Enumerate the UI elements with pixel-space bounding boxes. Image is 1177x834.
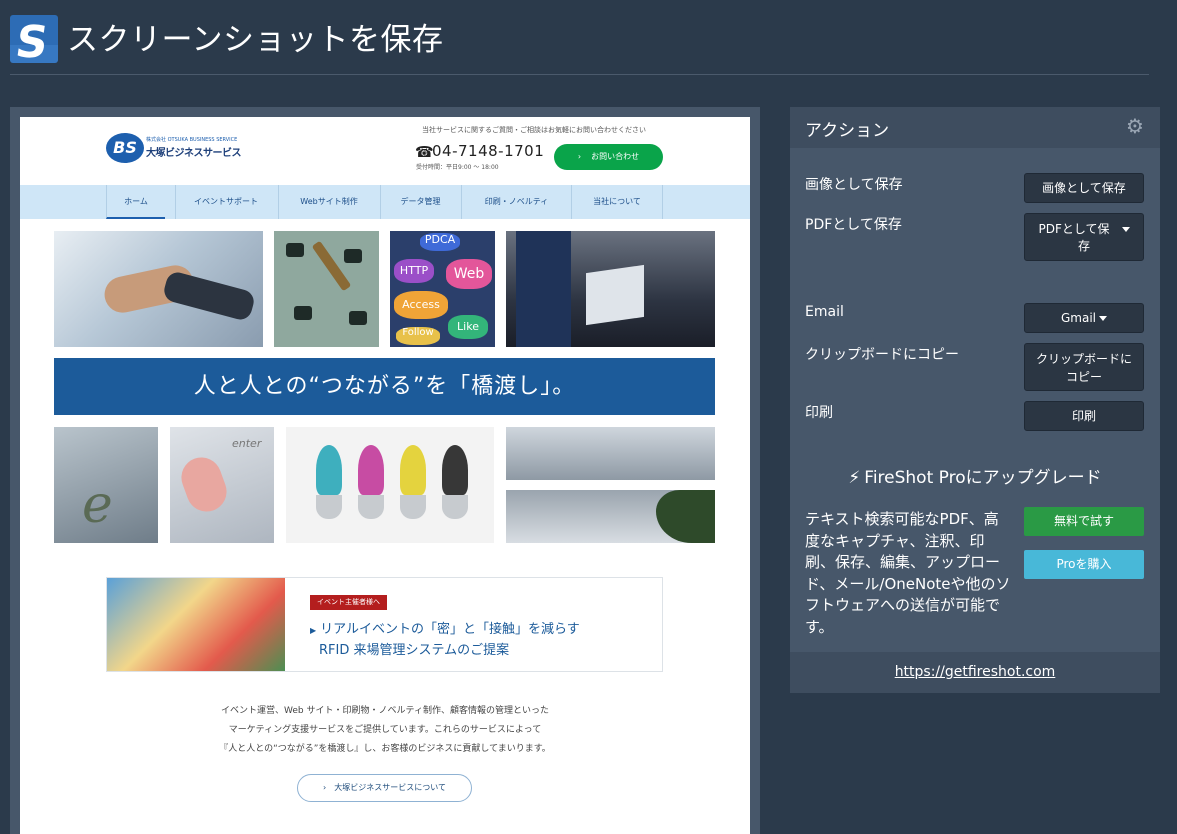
event-link-line1: ▶ リアルイベントの「密」と「接触」を減らす [310, 618, 580, 637]
event-link-line2: RFID 来場管理システムのご提案 [319, 643, 510, 658]
site-hours: 受付時間：平日9:00 ～ 18:00 [416, 164, 499, 171]
site-nav-item: 当社について [571, 185, 663, 219]
typing-photo [506, 427, 715, 480]
save-image-button[interactable]: 画像として保存 [1024, 173, 1144, 203]
email-label: Email [805, 304, 844, 320]
pro-description: テキスト検索可能なPDF、高度なキャプチャ、注釈、印刷、保存、編集、アップロード… [805, 510, 1011, 636]
site-description-line: イベント運営、Web サイト・印刷物・ノベルティ制作、顧客情報の管理といった [221, 706, 549, 716]
caret-down-icon [1121, 227, 1130, 232]
photo-word: Web [446, 259, 492, 289]
app-header: S スクリーンショットを保存 [0, 0, 1177, 75]
action-panel-footer: https://getfireshot.com [790, 652, 1160, 693]
site-banner: 人と人との“つながる”を「橋渡し」。 [54, 358, 715, 415]
clipboard-button-label: クリップボードに [1035, 352, 1132, 366]
site-logo: BS 株式会社 OTSUKA BUSINESS SERVICE 大塚ビジネスサー… [106, 133, 246, 165]
upgrade-heading-text: FireShot Proにアップグレード [864, 468, 1102, 488]
site-contact-note: 当社サービスに関するご質問・ご相談はお気軽にお問い合わせください [422, 126, 646, 134]
site-about-button-label: 大塚ビジネスサービスについて [334, 783, 446, 792]
site-nav-item: ホーム [106, 185, 165, 219]
photo-word: Like [448, 315, 488, 339]
site-logo-subtitle: 株式会社 OTSUKA BUSINESS SERVICE [146, 137, 238, 143]
web-words-photo: PDCA HTTP Web Access Like Follow [390, 231, 495, 347]
gear-icon[interactable]: ⚙ [1126, 116, 1144, 136]
photo-word: PDCA [420, 233, 460, 251]
clipboard-button[interactable]: クリップボードに コピー [1024, 343, 1144, 391]
email-dropdown-label: Gmail [1060, 311, 1096, 325]
chevron-right-icon: › [577, 152, 582, 161]
page-title: スクリーンショットを保存 [67, 22, 444, 58]
clipboard-label: クリップボードにコピー [805, 347, 959, 363]
site-logo-mark: BS [106, 133, 144, 163]
action-panel-title: アクション [805, 121, 890, 141]
photo-word: Follow [396, 327, 440, 345]
site-about-button: › 大塚ビジネスサービスについて [297, 774, 472, 802]
screenshot-preview-frame: BS 株式会社 OTSUKA BUSINESS SERVICE 大塚ビジネスサー… [10, 107, 760, 834]
site-description-line: 『人と人との“つながる”を橋渡し』し、お客様のビジネスに貢献してまいります。 [219, 744, 551, 754]
event-link-line1-text: リアルイベントの「密」と「接触」を減らす [320, 622, 580, 637]
ink-splash-photo [286, 427, 494, 543]
site-contact-button: › お問い合わせ [554, 144, 663, 170]
event-promo: イベント主催者様へ ▶ リアルイベントの「密」と「接触」を減らす RFID 来場管… [106, 577, 663, 672]
enter-key-photo: enter [170, 427, 274, 543]
buy-pro-button[interactable]: Proを購入 [1024, 550, 1144, 579]
save-pdf-button-label: PDFとして保 [1038, 222, 1110, 236]
site-nav-item: 印刷・ノベルティ [461, 185, 571, 219]
site-contact-button-label: お問い合わせ [591, 152, 640, 161]
save-pdf-button-label-2: 存 [1077, 239, 1090, 253]
site-logo-name: 大塚ビジネスサービス [146, 148, 242, 159]
print-label: 印刷 [805, 405, 833, 421]
email-dropdown-button[interactable]: Gmail [1024, 303, 1144, 333]
enter-word: enter [232, 437, 262, 450]
header-divider [10, 74, 1149, 75]
photo-word: HTTP [394, 259, 434, 283]
handshake-photo [54, 231, 263, 347]
chevron-right-icon: › [323, 783, 327, 792]
photo-word: Access [394, 291, 448, 319]
site-description-line: マーケティング支援サービスをご提供しています。これらのサービスによって [228, 725, 542, 735]
getfireshot-link[interactable]: https://getfireshot.com [790, 664, 1160, 680]
desk-photo [506, 490, 715, 543]
site-phone: 04-7148-1701 [432, 142, 545, 160]
print-button[interactable]: 印刷 [1024, 401, 1144, 431]
caret-down-icon [1099, 316, 1107, 321]
site-nav-item: データ管理 [380, 185, 460, 219]
puzzle-key-photo [274, 231, 379, 347]
action-panel-header: アクション ⚙ [790, 107, 1160, 148]
save-pdf-button[interactable]: PDFとして保 存 [1024, 213, 1144, 261]
site-nav-item: イベントサポート [175, 185, 276, 219]
triangle-right-icon: ▶ [310, 626, 317, 635]
lightning-bolt-icon: ⚡ [848, 468, 861, 488]
action-panel: アクション ⚙ 画像として保存 画像として保存 PDFとして保存 PDFとして保… [790, 107, 1160, 693]
upgrade-heading: ⚡ FireShot Proにアップグレード [790, 463, 1160, 488]
save-image-label: 画像として保存 [805, 177, 903, 193]
event-illustration [107, 578, 285, 671]
fireshot-logo-icon: S [10, 15, 58, 63]
laptop-photo [506, 231, 715, 347]
site-nav-item: Webサイト制作 [278, 185, 379, 219]
e-letter: e [82, 475, 113, 535]
clipboard-button-label-2: コピー [1065, 370, 1102, 384]
event-badge: イベント主催者様へ [310, 595, 387, 610]
try-free-button[interactable]: 無料で試す [1024, 507, 1144, 536]
screenshot-preview[interactable]: BS 株式会社 OTSUKA BUSINESS SERVICE 大塚ビジネスサー… [20, 117, 750, 834]
site-nav: ホーム イベントサポート Webサイト制作 データ管理 印刷・ノベルティ 当社に… [20, 185, 750, 219]
tablet-e-photo: e [54, 427, 158, 543]
phone-icon: ☎ [415, 143, 434, 161]
save-pdf-label: PDFとして保存 [805, 217, 902, 233]
